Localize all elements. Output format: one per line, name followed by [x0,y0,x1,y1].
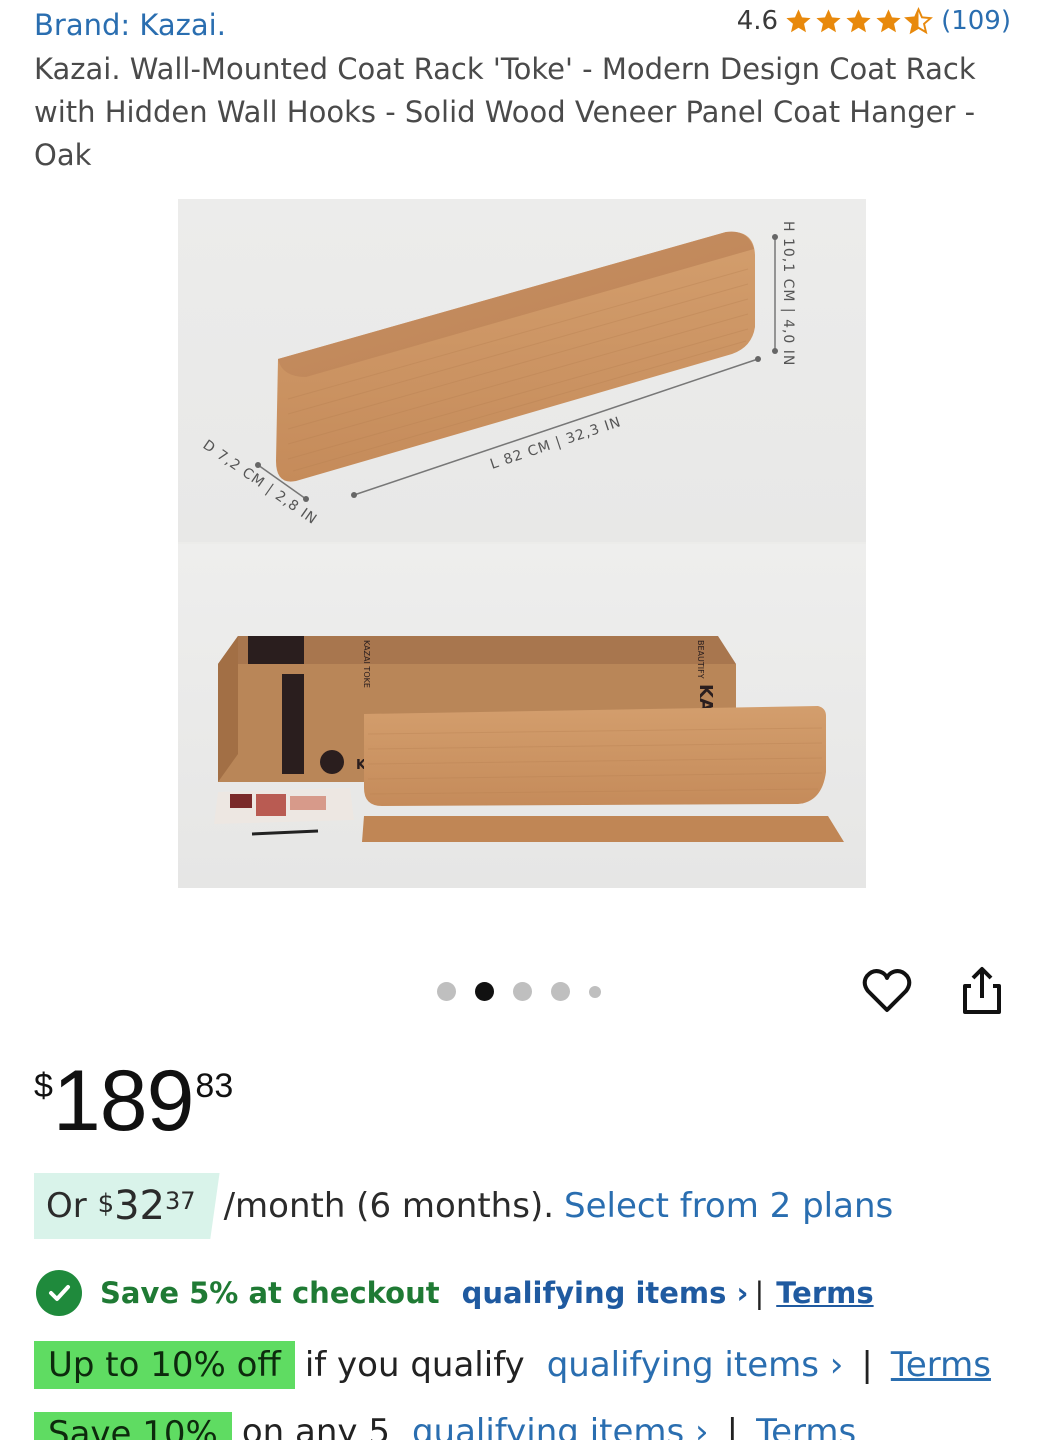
rating-summary[interactable]: 4.6 (109) [737,6,1011,36]
up-to-10-promo: Up to 10% off if you qualify qualifying … [34,1341,991,1389]
rating-value: 4.6 [736,6,779,36]
separator: | [861,1345,873,1385]
save-10-qualifying-items-link[interactable]: qualifying items › [412,1412,709,1440]
dimension-height-label: H 10,1 CM | 4,0 IN [780,221,796,366]
save-10-text: on any 5 [241,1412,390,1440]
share-icon [963,967,1001,1014]
separator: | [754,1276,765,1310]
select-plans-link[interactable]: Select from 2 plans [564,1186,893,1226]
save-5-terms-link[interactable]: Terms [776,1276,873,1310]
carousel-dot[interactable] [589,985,601,998]
up-to-10-qualifying-items-link[interactable]: qualifying items › [547,1345,844,1385]
monthly-payment-offer: Or $ 32 37 /month (6 months). Select fro… [34,1173,893,1239]
save-5-qualifying-items-link[interactable]: qualifying items › [462,1276,749,1310]
save-5-promo: Save 5% at checkout qualifying items › |… [36,1270,874,1316]
up-to-10-terms-link[interactable]: Terms [891,1345,991,1385]
monthly-currency: $ [97,1189,115,1219]
monthly-cents: 37 [165,1187,196,1215]
product-image-gallery[interactable]: L 82 CM | 32,3 IN D 7,2 CM | 2,8 IN H 10… [178,199,866,888]
price-currency: $ [34,1067,53,1105]
item-price: $ 189 83 [34,1055,233,1147]
monthly-price-badge: Or $ 32 37 [34,1173,220,1239]
up-to-10-badge: Up to 10% off [34,1341,295,1389]
carousel-dot[interactable] [551,982,570,1001]
save-5-text: Save 5% at checkout [100,1276,440,1310]
carousel-dot-active[interactable] [475,982,494,1001]
add-to-watchlist-button[interactable] [860,964,914,1018]
product-packaging-photo: K KAZAI. KAZAI TOKE BEAUTIFY [178,544,866,888]
monthly-prefix: Or [46,1186,98,1226]
monthly-whole: 32 [114,1183,166,1229]
image-carousel-indicator[interactable] [437,982,601,1001]
up-to-10-text: if you qualify [304,1345,525,1385]
star-icon [816,8,841,32]
star-icon [876,8,901,32]
review-count-link[interactable]: (109) [941,6,1011,36]
product-title: Kazai. Wall-Mounted Coat Rack 'Toke' - M… [34,52,976,172]
star-rating [784,6,934,36]
checkmark-icon [36,1270,82,1316]
brand-link[interactable]: Brand: Kazai. [34,8,226,42]
monthly-suffix: /month (6 months). [223,1186,555,1226]
heart-icon [862,969,912,1012]
share-button[interactable] [955,962,1009,1020]
carousel-dot[interactable] [437,982,456,1001]
price-cents: 83 [195,1067,234,1105]
box-beauty-text: BEAUTIFY [696,640,705,679]
product-dimension-photo: L 82 CM | 32,3 IN D 7,2 CM | 2,8 IN H 10… [178,199,866,542]
half-star-icon [904,6,934,34]
star-icon [786,8,811,32]
save-10-promo: Save 10% on any 5 qualifying items › | T… [34,1412,856,1440]
separator: | [726,1412,739,1440]
save-10-terms-link[interactable]: Terms [756,1412,856,1440]
box-side-text: KAZAI TOKE [362,640,371,688]
carousel-dot[interactable] [513,982,532,1001]
price-whole: 189 [52,1053,194,1149]
save-10-badge: Save 10% [34,1412,232,1440]
star-icon [846,8,871,32]
